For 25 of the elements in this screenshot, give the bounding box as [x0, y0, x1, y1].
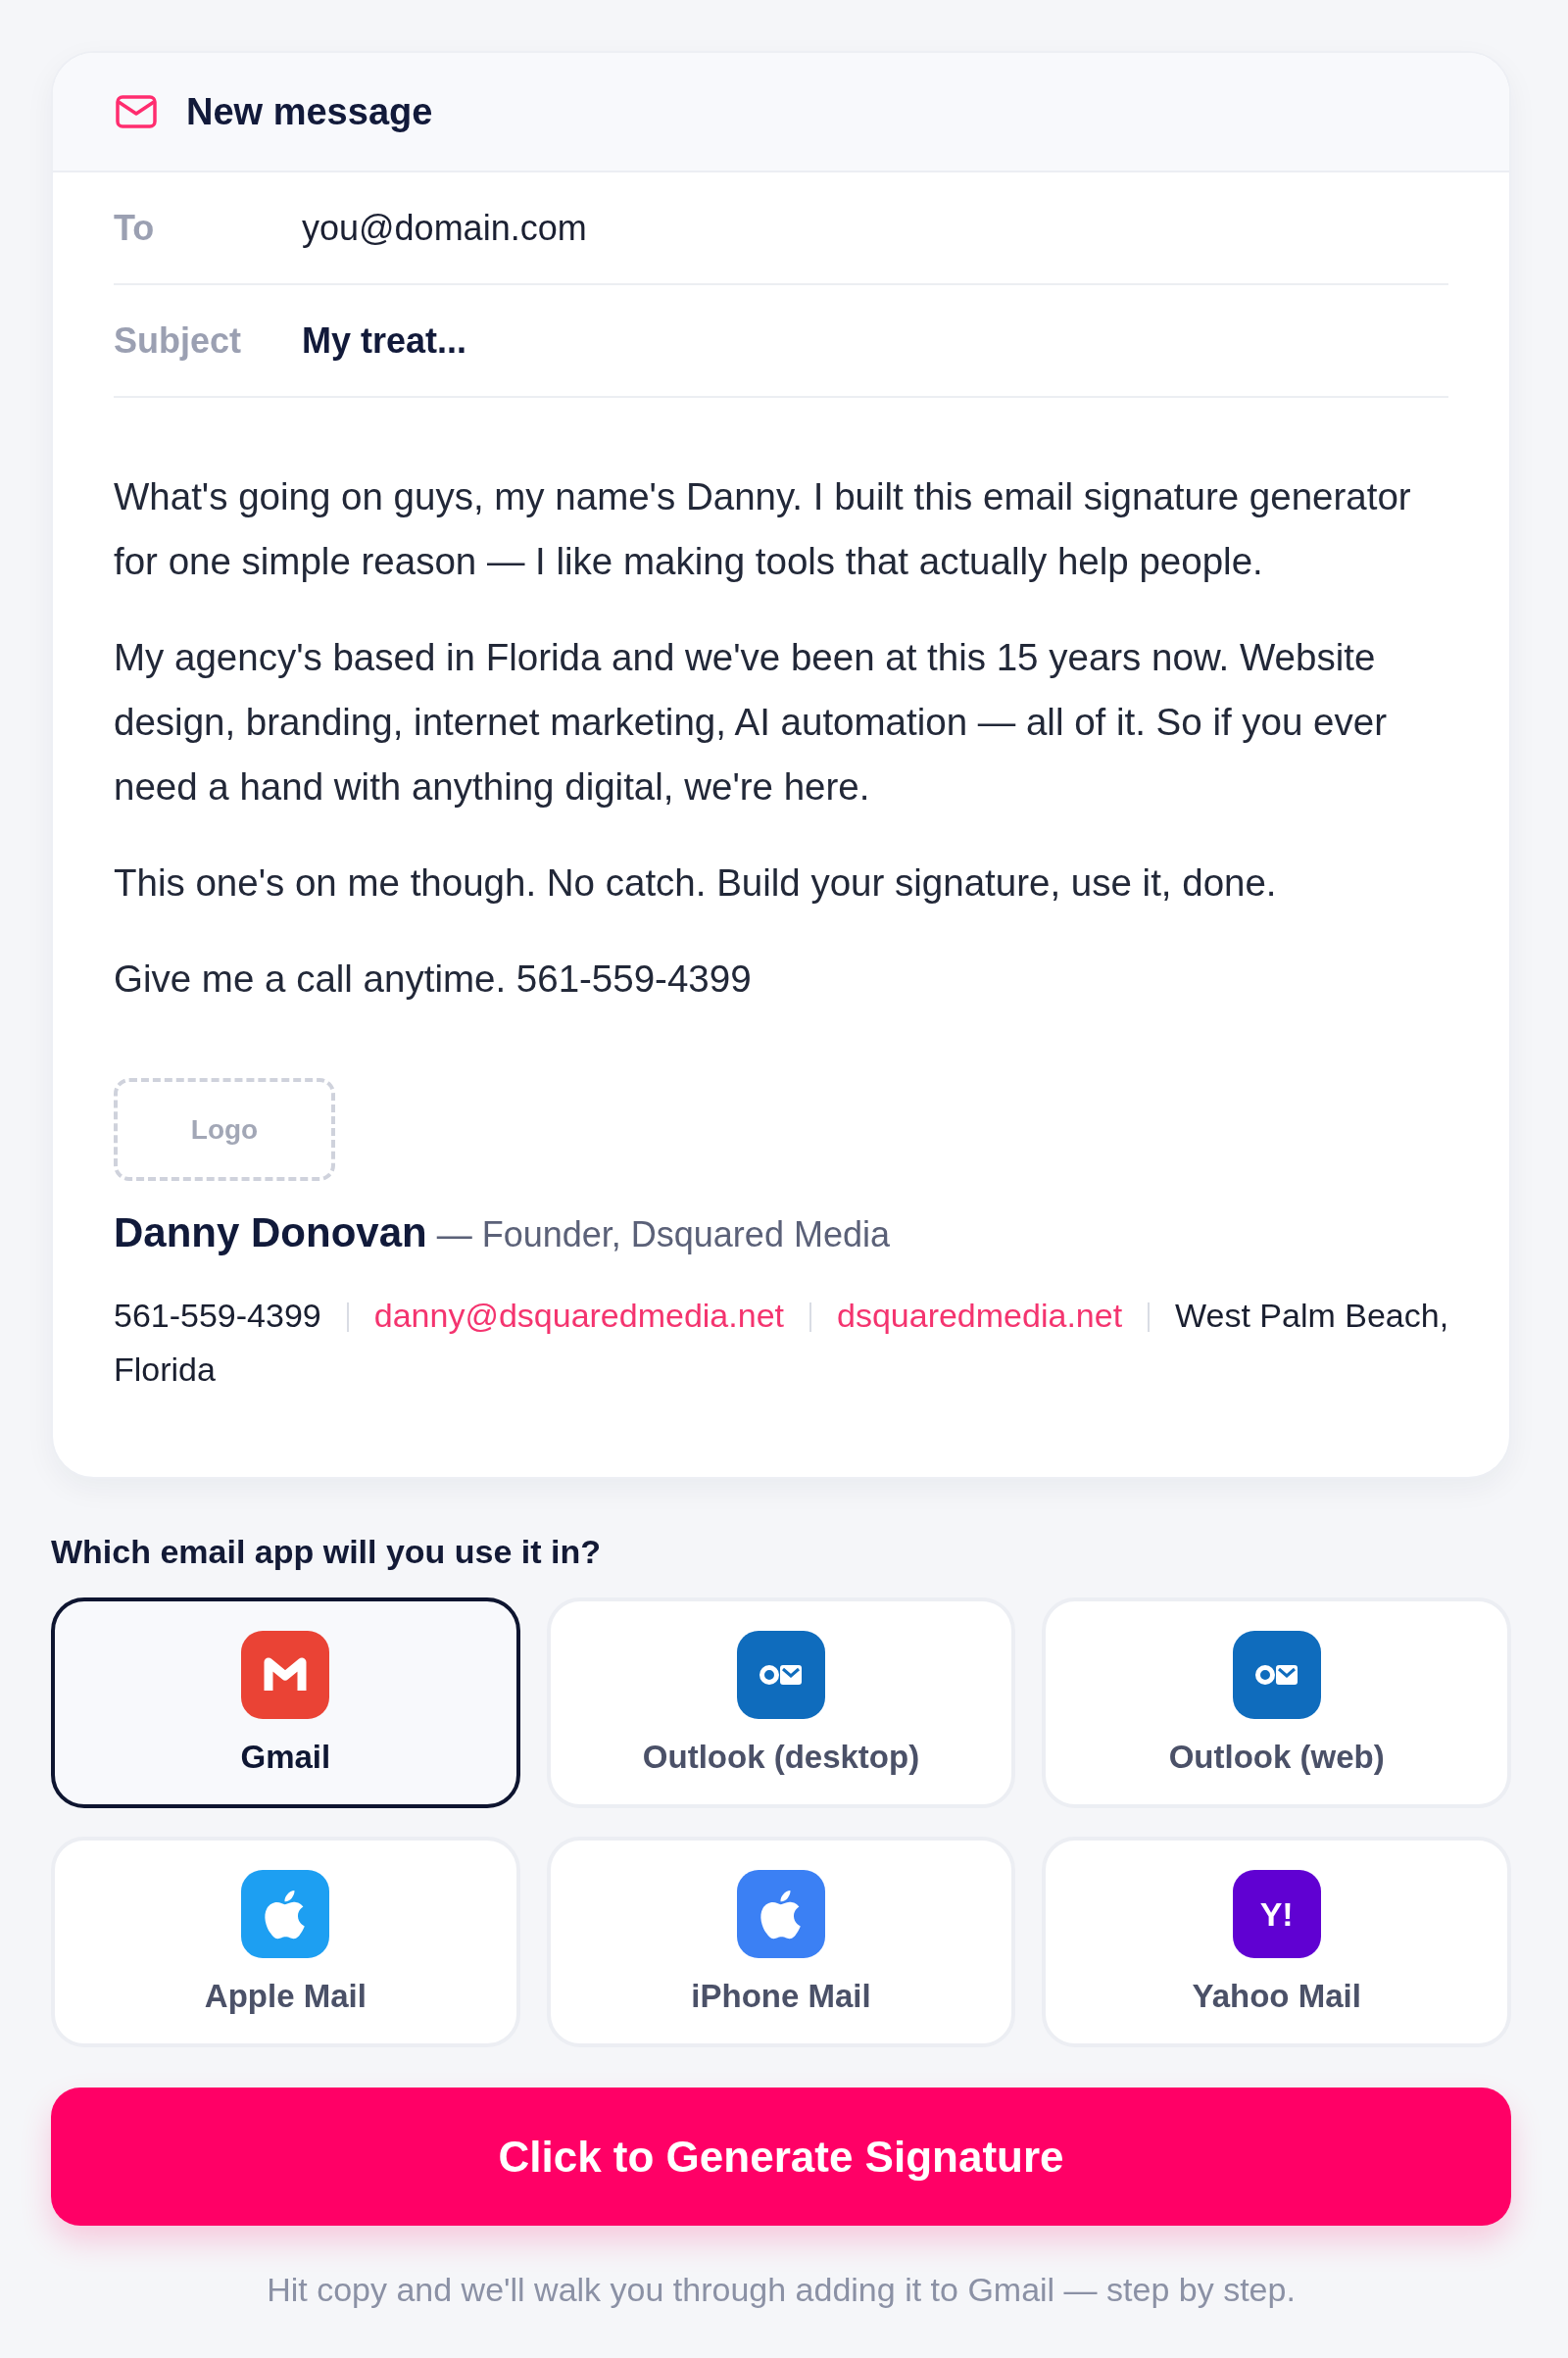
compose-title: New message [186, 89, 433, 134]
app-option[interactable]: Gmail [51, 1597, 520, 1808]
field-label: Subject [114, 319, 243, 363]
generate-button[interactable]: Click to Generate Signature [51, 2088, 1511, 2226]
signature-title: — Founder, Dsquared Media [436, 1214, 890, 1254]
field-value: My treat... [302, 319, 467, 363]
app-option[interactable]: Outlook (web) [1042, 1597, 1511, 1808]
email-link[interactable]: danny@dsquaredmedia.net [373, 1297, 784, 1334]
app-option[interactable]: Y! Yahoo Mail [1042, 1837, 1511, 2047]
helper-text: Hit copy and we'll walk you through adding it to Gmail — step by step. [266, 2270, 1297, 2310]
section-question: Which email app will you use it in? [51, 1532, 603, 1571]
logo-tile: Y! [1232, 1870, 1321, 1958]
website-link[interactable]: dsquaredmedia.net [837, 1297, 1123, 1334]
contact-details: 561-559-4399 danny@dsquaredmedia.net dsquaredmedia.net West Palm Beach, Florida [114, 1296, 1450, 1390]
body-paragraph: This one's on me though. No catch. Build your signature, use it, done. [114, 860, 1278, 906]
mail-icon [116, 95, 157, 128]
body-paragraph: What's going on guys, my name's Danny. I built this email signature generator for one simple reason — I like making tools that actually help people. [114, 474, 1412, 584]
body-paragraph: My agency's based in Florida and we've been at this 15 years now. Website design, branding, internet marketing, AI automation — all of it. So if you ever need a hand with anything digital, we're here. [114, 635, 1389, 810]
signature-name: Danny Donovan [114, 1209, 427, 1255]
field-label: To [114, 206, 156, 250]
field-value: you@domain.com [302, 206, 587, 250]
body-paragraph: Give me a call anytime. 561-559-4399 [114, 957, 753, 1002]
app-option[interactable]: Apple Mail [51, 1837, 520, 2047]
app-option[interactable]: iPhone Mail [546, 1837, 1016, 2047]
app-option[interactable]: Outlook (desktop) [546, 1597, 1016, 1808]
